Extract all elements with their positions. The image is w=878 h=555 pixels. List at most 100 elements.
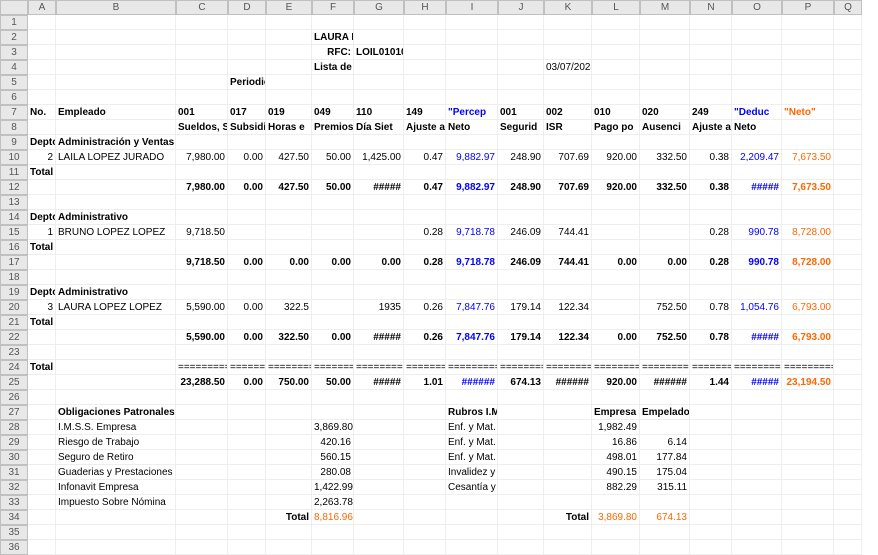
cell-O30[interactable] xyxy=(732,450,782,465)
cell-P22[interactable]: 6,793.00 xyxy=(782,330,834,345)
cell-B10[interactable]: LAILA LOPEZ JURADO xyxy=(56,150,176,165)
cell-Q31[interactable] xyxy=(834,465,862,480)
cell-G14[interactable] xyxy=(354,210,404,225)
cell-E10[interactable]: 427.50 xyxy=(266,150,312,165)
cell-P15[interactable]: 8,728.00 xyxy=(782,225,834,240)
cell-K18[interactable] xyxy=(544,270,592,285)
cell-E14[interactable] xyxy=(266,210,312,225)
cell-B30[interactable]: Seguro de Retiro xyxy=(56,450,176,465)
cell-D22[interactable]: 0.00 xyxy=(228,330,266,345)
cell-M4[interactable] xyxy=(640,60,690,75)
cell-Q30[interactable] xyxy=(834,450,862,465)
cell-E7[interactable]: 019 xyxy=(266,105,312,120)
cell-H31[interactable] xyxy=(404,465,446,480)
cell-H8[interactable]: Ajuste al xyxy=(404,120,446,135)
cell-I11[interactable] xyxy=(446,165,498,180)
cell-M30[interactable]: 177.84 xyxy=(640,450,690,465)
cell-P20[interactable]: 6,793.00 xyxy=(782,300,834,315)
cell-C33[interactable] xyxy=(176,495,228,510)
cell-A1[interactable] xyxy=(28,15,56,30)
cell-Q23[interactable] xyxy=(834,345,862,360)
cell-H4[interactable] xyxy=(404,60,446,75)
cell-D26[interactable] xyxy=(228,390,266,405)
cell-J24[interactable]: ========= xyxy=(498,360,544,375)
cell-L20[interactable] xyxy=(592,300,640,315)
row-header-21[interactable]: 21 xyxy=(0,315,28,330)
cell-I1[interactable] xyxy=(446,15,498,30)
cell-K31[interactable] xyxy=(544,465,592,480)
cell-L14[interactable] xyxy=(592,210,640,225)
cell-H36[interactable] xyxy=(404,540,446,555)
cell-L18[interactable] xyxy=(592,270,640,285)
cell-H10[interactable]: 0.47 xyxy=(404,150,446,165)
cell-J8[interactable]: Segurid xyxy=(498,120,544,135)
cell-F15[interactable] xyxy=(312,225,354,240)
cell-H21[interactable] xyxy=(404,315,446,330)
cell-Q1[interactable] xyxy=(834,15,862,30)
cell-P24[interactable]: ========= xyxy=(782,360,834,375)
cell-O17[interactable]: 990.78 xyxy=(732,255,782,270)
cell-K3[interactable] xyxy=(544,45,592,60)
cell-J26[interactable] xyxy=(498,390,544,405)
cell-I19[interactable] xyxy=(446,285,498,300)
cell-N36[interactable] xyxy=(690,540,732,555)
cell-O22[interactable]: ##### xyxy=(732,330,782,345)
cell-M22[interactable]: 752.50 xyxy=(640,330,690,345)
cell-C21[interactable] xyxy=(176,315,228,330)
cell-O21[interactable] xyxy=(732,315,782,330)
cell-D32[interactable] xyxy=(228,480,266,495)
cell-L30[interactable]: 498.01 xyxy=(592,450,640,465)
cell-J33[interactable] xyxy=(498,495,544,510)
cell-I36[interactable] xyxy=(446,540,498,555)
cell-I8[interactable]: Neto xyxy=(446,120,498,135)
cell-C24[interactable]: ========= xyxy=(176,360,228,375)
cell-Q5[interactable] xyxy=(834,75,862,90)
cell-P34[interactable] xyxy=(782,510,834,525)
cell-H30[interactable] xyxy=(404,450,446,465)
cell-Q9[interactable] xyxy=(834,135,862,150)
cell-K24[interactable]: ========= xyxy=(544,360,592,375)
cell-L19[interactable] xyxy=(592,285,640,300)
cell-J10[interactable]: 248.90 xyxy=(498,150,544,165)
cell-F25[interactable]: 50.00 xyxy=(312,375,354,390)
cell-K22[interactable]: 122.34 xyxy=(544,330,592,345)
cell-L33[interactable] xyxy=(592,495,640,510)
cell-O5[interactable] xyxy=(732,75,782,90)
cell-G15[interactable] xyxy=(354,225,404,240)
cell-H26[interactable] xyxy=(404,390,446,405)
cell-G20[interactable]: 1935 xyxy=(354,300,404,315)
cell-F3[interactable]: RFC: xyxy=(312,45,354,60)
cell-C6[interactable] xyxy=(176,90,228,105)
cell-O3[interactable] xyxy=(732,45,782,60)
cell-K7[interactable]: 002 xyxy=(544,105,592,120)
cell-J15[interactable]: 246.09 xyxy=(498,225,544,240)
cell-E2[interactable] xyxy=(266,30,312,45)
cell-B15[interactable]: BRUNO LOPEZ LOPEZ xyxy=(56,225,176,240)
cell-A23[interactable] xyxy=(28,345,56,360)
cell-B2[interactable] xyxy=(56,30,176,45)
row-header-19[interactable]: 19 xyxy=(0,285,28,300)
cell-H27[interactable] xyxy=(404,405,446,420)
row-header-3[interactable]: 3 xyxy=(0,45,28,60)
cell-L16[interactable] xyxy=(592,240,640,255)
cell-L2[interactable] xyxy=(592,30,640,45)
cell-Q7[interactable] xyxy=(834,105,862,120)
cell-G10[interactable]: 1,425.00 xyxy=(354,150,404,165)
cell-I27[interactable]: Rubros I.M.S.S. xyxy=(446,405,498,420)
cell-C16[interactable] xyxy=(176,240,228,255)
cell-E30[interactable] xyxy=(266,450,312,465)
cell-A13[interactable] xyxy=(28,195,56,210)
row-header-32[interactable]: 32 xyxy=(0,480,28,495)
cell-P2[interactable] xyxy=(782,30,834,45)
cell-O10[interactable]: 2,209.47 xyxy=(732,150,782,165)
cell-J13[interactable] xyxy=(498,195,544,210)
cell-M24[interactable]: ========= xyxy=(640,360,690,375)
cell-N33[interactable] xyxy=(690,495,732,510)
cell-E28[interactable] xyxy=(266,420,312,435)
cell-E1[interactable] xyxy=(266,15,312,30)
row-header-10[interactable]: 10 xyxy=(0,150,28,165)
cell-E33[interactable] xyxy=(266,495,312,510)
cell-C4[interactable] xyxy=(176,60,228,75)
cell-F27[interactable] xyxy=(312,405,354,420)
cell-D21[interactable] xyxy=(228,315,266,330)
